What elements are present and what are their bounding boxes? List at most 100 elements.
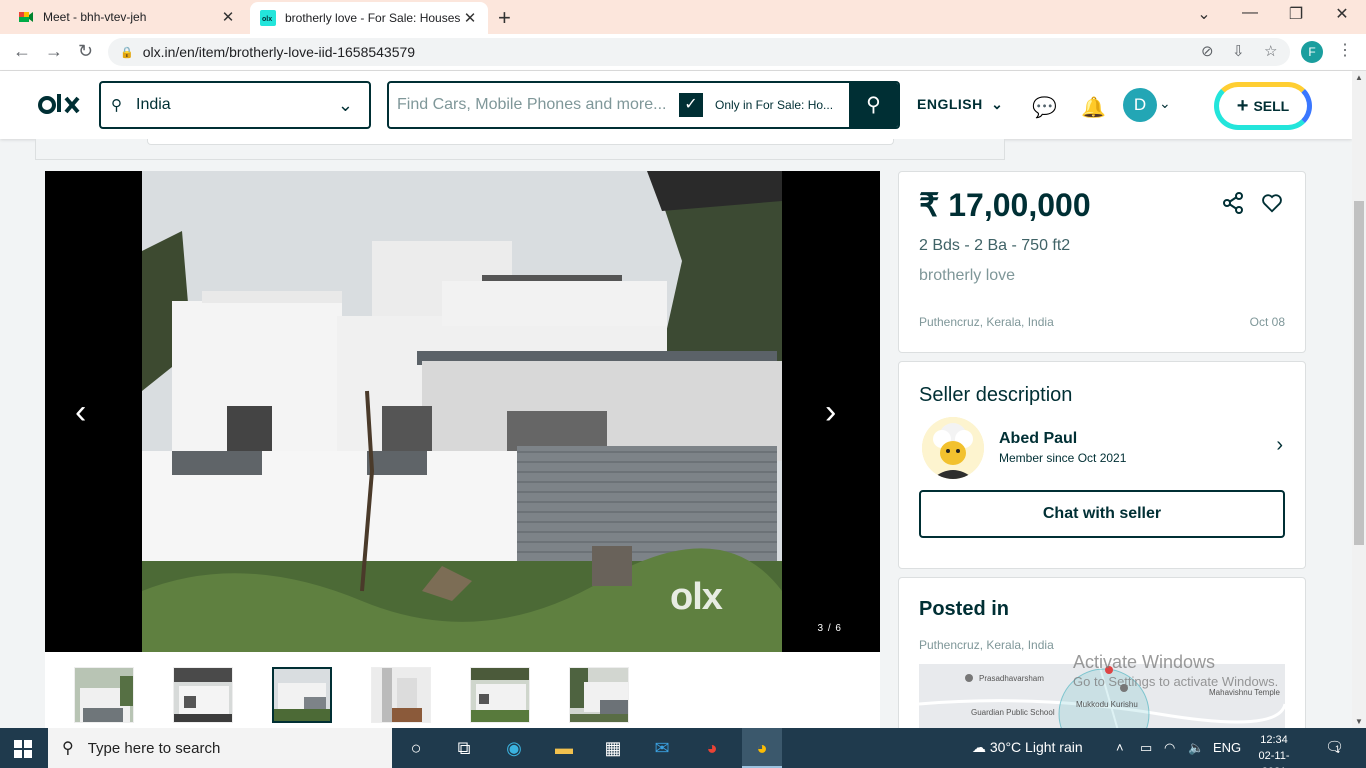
taskbar-search-placeholder: Type here to search bbox=[87, 739, 221, 757]
reload-icon[interactable]: ↻ bbox=[78, 41, 93, 62]
sell-label: SELL bbox=[1253, 98, 1290, 114]
show-hidden-icons-icon[interactable]: ˄ bbox=[1116, 740, 1124, 755]
map-label: Mukkodu Kurishu bbox=[1076, 700, 1138, 709]
svg-text:olx: olx bbox=[262, 16, 272, 23]
new-tab-icon[interactable]: + bbox=[498, 5, 511, 31]
back-icon[interactable]: ← bbox=[13, 41, 31, 62]
url-field[interactable]: 🔒 olx.in/en/item/brotherly-love-iid-1658… bbox=[108, 38, 1290, 66]
notifications-icon[interactable]: 🗨 1 bbox=[1325, 738, 1344, 756]
restore-icon[interactable]: ❐ bbox=[1276, 4, 1316, 24]
seller-name[interactable]: Abed Paul bbox=[999, 430, 1077, 448]
seller-card: Seller description Abed Paul Member sinc… bbox=[898, 361, 1306, 569]
scroll-down-icon[interactable]: ▼ bbox=[1355, 717, 1363, 726]
thumbnail-6[interactable] bbox=[569, 667, 629, 723]
search-bar: ✓ Only in For Sale: Ho... ⚲ bbox=[387, 81, 900, 129]
thumbnail-4[interactable] bbox=[371, 667, 431, 723]
thumbnail-strip bbox=[45, 652, 880, 728]
lock-icon: 🔒 bbox=[120, 46, 134, 59]
thumbnail-2[interactable] bbox=[173, 667, 233, 723]
close-window-icon[interactable]: ✕ bbox=[1322, 4, 1362, 24]
minimize-icon[interactable]: — bbox=[1230, 4, 1270, 22]
breadcrumb-inner bbox=[147, 139, 894, 145]
seller-avatar[interactable] bbox=[922, 417, 984, 479]
weather-text: 30°C Light rain bbox=[989, 739, 1083, 755]
olx-logo-icon bbox=[38, 94, 80, 114]
clock-time: 12:34 bbox=[1260, 734, 1288, 746]
close-tab-icon[interactable]: ✕ bbox=[462, 9, 478, 27]
seller-section-title: Seller description bbox=[919, 384, 1073, 406]
user-avatar[interactable]: D bbox=[1123, 88, 1157, 122]
image-counter: 3 / 6 bbox=[817, 623, 842, 634]
chrome-profile-icon[interactable]: ◕ bbox=[750, 736, 774, 760]
search-button[interactable]: ⚲ bbox=[849, 83, 898, 127]
olx-logo[interactable] bbox=[38, 91, 82, 126]
tab-search-chevron-icon[interactable]: ⌄ bbox=[1184, 4, 1224, 24]
scroll-up-icon[interactable]: ▲ bbox=[1355, 73, 1363, 82]
thumbnail-3[interactable] bbox=[272, 667, 332, 723]
chevron-down-icon: ⌄ bbox=[991, 96, 1004, 112]
volume-icon[interactable]: 🔈 bbox=[1188, 740, 1204, 756]
sell-button[interactable]: + SELL bbox=[1214, 82, 1312, 130]
location-select[interactable]: ⚲ India ⌄ bbox=[99, 81, 371, 129]
forward-icon[interactable]: → bbox=[45, 41, 63, 62]
olx-header: ⚲ India ⌄ ✓ Only in For Sale: Ho... ⚲ EN… bbox=[0, 71, 1352, 139]
edge-icon[interactable]: ◉ bbox=[502, 736, 526, 760]
map-label: Guardian Public School bbox=[971, 708, 1055, 717]
only-in-category-checkbox[interactable]: ✓ bbox=[679, 93, 703, 117]
tab-title: brotherly love - For Sale: Houses bbox=[285, 11, 461, 25]
listing-price: ₹ 17,00,000 bbox=[919, 187, 1091, 223]
weather-widget[interactable]: ☁ 30°C Light rain bbox=[972, 739, 1083, 756]
taskbar-search-input[interactable]: ⚲ Type here to search bbox=[48, 728, 392, 768]
image-gallery: ‹ › olx 3 / 6 bbox=[45, 171, 880, 652]
next-image-icon[interactable]: › bbox=[825, 393, 836, 432]
posted-in-title: Posted in bbox=[919, 598, 1010, 620]
listing-date: Oct 08 bbox=[1249, 315, 1285, 329]
clock-date: 02-11-2021 bbox=[1258, 750, 1290, 768]
share-icon[interactable] bbox=[1222, 192, 1244, 220]
notification-bell-icon[interactable]: 🔔 bbox=[1081, 95, 1106, 120]
activate-windows-watermark: Activate Windows Go to Settings to activ… bbox=[1073, 652, 1278, 689]
price-card: ₹ 17,00,000 2 Bds - 2 Ba - 750 ft2 broth… bbox=[898, 171, 1306, 353]
wifi-icon[interactable]: ◠ bbox=[1164, 740, 1175, 756]
microsoft-store-icon[interactable]: ▦ bbox=[601, 736, 625, 760]
previous-image-icon[interactable]: ‹ bbox=[75, 393, 86, 432]
cloud-rain-icon: ☁ bbox=[972, 739, 986, 755]
tab-olx[interactable]: olx brotherly love - For Sale: Houses ✕ bbox=[250, 2, 488, 34]
only-in-category-label: Only in For Sale: Ho... bbox=[715, 98, 834, 112]
mail-icon[interactable]: ✉ bbox=[650, 736, 674, 760]
browser-profile-avatar[interactable]: F bbox=[1301, 41, 1323, 63]
favorite-heart-icon[interactable] bbox=[1261, 192, 1283, 220]
blocked-popup-icon[interactable]: ⊘ bbox=[1201, 42, 1214, 60]
language-label: ENGLISH bbox=[917, 96, 983, 112]
task-view-icon[interactable]: ⧉ bbox=[452, 736, 476, 760]
chrome-icon[interactable]: ◕ bbox=[700, 736, 724, 760]
thumbnail-1[interactable] bbox=[74, 667, 134, 723]
install-app-icon[interactable]: ⇩ bbox=[1232, 42, 1245, 60]
listing-title: brotherly love bbox=[919, 267, 1016, 284]
close-tab-icon[interactable]: ✕ bbox=[220, 8, 236, 26]
activate-windows-title: Activate Windows bbox=[1073, 652, 1216, 672]
tab-meet[interactable]: Meet - bhh-vtev-jeh ✕ bbox=[8, 0, 246, 34]
language-select[interactable]: ENGLISH ⌄ bbox=[917, 96, 1003, 113]
battery-icon[interactable]: ▭ bbox=[1140, 740, 1152, 756]
browser-menu-icon[interactable]: ⋮ bbox=[1337, 40, 1353, 60]
windows-start-icon[interactable] bbox=[14, 740, 32, 758]
input-language[interactable]: ENG bbox=[1213, 740, 1241, 755]
bookmark-star-icon[interactable]: ☆ bbox=[1264, 42, 1277, 60]
url-text: olx.in/en/item/brotherly-love-iid-165854… bbox=[142, 44, 416, 60]
search-icon: ⚲ bbox=[111, 97, 122, 114]
search-input[interactable] bbox=[397, 96, 667, 114]
file-explorer-icon[interactable]: ▬ bbox=[552, 736, 576, 760]
page-scrollbar[interactable]: ▲ ▼ bbox=[1352, 71, 1366, 728]
seller-member-since: Member since Oct 2021 bbox=[999, 451, 1127, 465]
chevron-right-icon[interactable]: › bbox=[1276, 434, 1283, 457]
system-clock[interactable]: 12:34 02-11-2021 bbox=[1250, 732, 1298, 768]
chat-icon[interactable]: 💬 bbox=[1032, 95, 1057, 120]
thumbnail-5[interactable] bbox=[470, 667, 530, 723]
scrollbar-thumb[interactable] bbox=[1354, 201, 1364, 545]
browser-tab-bar: Meet - bhh-vtev-jeh ✕ olx brotherly love… bbox=[0, 0, 1366, 34]
address-bar: ← → ↻ 🔒 olx.in/en/item/brotherly-love-ii… bbox=[0, 34, 1366, 71]
cortana-icon[interactable]: ○ bbox=[404, 736, 428, 760]
chevron-down-icon[interactable]: ⌄ bbox=[1159, 95, 1171, 112]
chat-with-seller-button[interactable]: Chat with seller bbox=[919, 490, 1285, 538]
